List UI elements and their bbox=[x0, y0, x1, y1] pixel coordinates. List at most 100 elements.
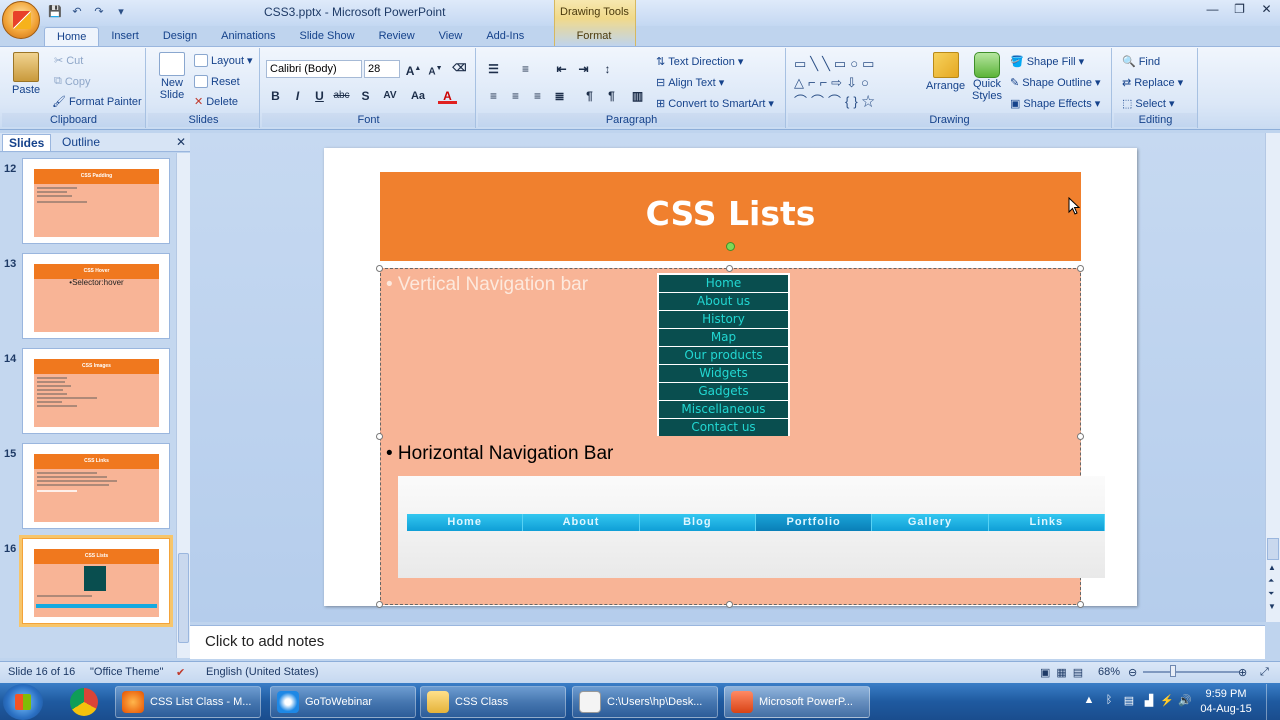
shapes-gallery[interactable]: ▭╲╲▭○▭ △⌐⌐⇨⇩○ ⌒⌒⌒{}☆ bbox=[794, 54, 914, 110]
resize-handle[interactable] bbox=[1077, 601, 1084, 608]
tab-outline[interactable]: Outline bbox=[56, 134, 106, 151]
zoom-slider-thumb[interactable] bbox=[1170, 665, 1176, 677]
justify-icon[interactable]: ≣ bbox=[550, 87, 569, 105]
tab-animations[interactable]: Animations bbox=[209, 27, 287, 47]
notes-pane[interactable] bbox=[190, 625, 1265, 659]
office-button[interactable] bbox=[2, 1, 40, 39]
scroll-up-icon[interactable]: ▲ bbox=[1268, 563, 1276, 572]
delete-button[interactable]: ✕ Delete bbox=[194, 95, 238, 109]
taskbar-item[interactable]: CSS List Class - M... bbox=[115, 686, 261, 718]
change-case-button[interactable]: Aa bbox=[406, 87, 430, 105]
minimize-button[interactable]: — bbox=[1199, 0, 1226, 20]
replace-button[interactable]: ⇄ Replace ▾ bbox=[1122, 76, 1183, 90]
columns-icon[interactable]: ▥ bbox=[628, 87, 647, 105]
next-slide-icon[interactable]: ⏷ bbox=[1268, 589, 1274, 599]
start-button[interactable] bbox=[3, 684, 43, 720]
rotation-handle[interactable] bbox=[726, 242, 735, 251]
taskbar-item[interactable]: GoToWebinar bbox=[270, 686, 416, 718]
taskbar-item[interactable]: CSS Class bbox=[420, 686, 566, 718]
save-icon[interactable]: 💾 bbox=[46, 4, 64, 20]
network-icon[interactable]: ▤ bbox=[1122, 694, 1136, 708]
slide-thumbnail[interactable]: CSS Hover •Selector:hover bbox=[22, 253, 170, 339]
close-button[interactable]: ✕ bbox=[1253, 0, 1280, 20]
clear-formatting-icon[interactable]: ⌫ bbox=[450, 60, 469, 78]
taskbar-item[interactable]: C:\Users\hp\Desk... bbox=[572, 686, 718, 718]
shape-effects-button[interactable]: ▣ Shape Effects ▾ bbox=[1010, 97, 1100, 111]
rtl-icon[interactable]: ¶ bbox=[602, 87, 621, 105]
slide-thumbnail[interactable]: CSS Links bbox=[22, 443, 170, 529]
decrease-indent-icon[interactable]: ⇤ bbox=[552, 60, 571, 78]
resize-handle[interactable] bbox=[1077, 433, 1084, 440]
tab-slide-show[interactable]: Slide Show bbox=[288, 27, 367, 47]
slide-thumbnail[interactable]: CSS Padding bbox=[22, 158, 170, 244]
grow-font-icon[interactable]: A▲ bbox=[404, 60, 423, 78]
arrange-button[interactable]: Arrange bbox=[926, 52, 965, 92]
new-slide-button[interactable]: New Slide bbox=[154, 52, 190, 101]
previous-slide-icon[interactable]: ⏶ bbox=[1268, 576, 1274, 586]
shape-fill-button[interactable]: 🪣 Shape Fill ▾ bbox=[1010, 55, 1084, 69]
copy-button[interactable]: ⧉ Copy bbox=[54, 75, 91, 88]
editor-scrollbar[interactable]: ▲ ⏶ ⏷ ▼ bbox=[1265, 133, 1280, 622]
italic-button[interactable]: I bbox=[288, 87, 307, 105]
slide-thumbnail[interactable]: CSS Images bbox=[22, 348, 170, 434]
shrink-font-icon[interactable]: A▼ bbox=[426, 60, 445, 78]
tab-slides[interactable]: Slides bbox=[2, 134, 52, 151]
volume-icon[interactable]: 🔊 bbox=[1178, 694, 1192, 708]
align-text-button[interactable]: ⊟ Align Text ▾ bbox=[656, 76, 724, 90]
tab-view[interactable]: View bbox=[427, 27, 475, 47]
tab-review[interactable]: Review bbox=[367, 27, 427, 47]
bullets-icon[interactable]: ☰ bbox=[484, 60, 503, 78]
font-size-combo[interactable]: 28 bbox=[364, 60, 400, 78]
tab-design[interactable]: Design bbox=[151, 27, 209, 47]
resize-handle[interactable] bbox=[726, 601, 733, 608]
shadow-button[interactable]: S bbox=[356, 87, 375, 105]
increase-indent-icon[interactable]: ⇥ bbox=[574, 60, 593, 78]
underline-button[interactable]: U bbox=[310, 87, 329, 105]
resize-handle[interactable] bbox=[376, 433, 383, 440]
editor-scroll-thumb[interactable] bbox=[1267, 538, 1279, 560]
redo-icon[interactable]: ↷ bbox=[90, 4, 108, 20]
resize-handle[interactable] bbox=[376, 265, 383, 272]
numbering-icon[interactable]: ≡ bbox=[516, 60, 535, 78]
align-center-icon[interactable]: ≡ bbox=[506, 87, 525, 105]
slide-thumbnail-selected[interactable]: CSS Lists bbox=[19, 535, 173, 627]
format-painter-button[interactable]: 🖌 Format Painter bbox=[52, 95, 142, 109]
ltr-icon[interactable]: ¶ bbox=[580, 87, 599, 105]
fit-to-window-icon[interactable]: ⤢ bbox=[1260, 666, 1269, 679]
resize-handle[interactable] bbox=[726, 265, 733, 272]
taskbar-item-active[interactable]: Microsoft PowerP... bbox=[724, 686, 870, 718]
pane-scrollbar[interactable] bbox=[176, 153, 190, 658]
power-icon[interactable]: ⚡ bbox=[1160, 694, 1174, 708]
close-pane-icon[interactable]: ✕ bbox=[176, 135, 186, 149]
spellcheck-icon[interactable]: ✔ bbox=[176, 666, 185, 679]
chrome-icon[interactable] bbox=[70, 688, 98, 716]
paste-button[interactable]: Paste bbox=[12, 52, 40, 96]
resize-handle[interactable] bbox=[376, 601, 383, 608]
tab-insert[interactable]: Insert bbox=[99, 27, 151, 47]
shape-outline-button[interactable]: ✎ Shape Outline ▾ bbox=[1010, 76, 1100, 90]
undo-icon[interactable]: ↶ bbox=[68, 4, 86, 20]
show-hidden-icons-icon[interactable]: ▲ bbox=[1082, 694, 1096, 708]
zoom-out-icon[interactable]: ⊖ bbox=[1128, 666, 1137, 679]
zoom-slider[interactable] bbox=[1143, 671, 1239, 673]
character-spacing-button[interactable]: AV bbox=[378, 87, 402, 105]
select-button[interactable]: ⬚ Select ▾ bbox=[1122, 97, 1175, 111]
font-family-combo[interactable]: Calibri (Body) bbox=[266, 60, 362, 78]
show-desktop-button[interactable] bbox=[1266, 684, 1280, 720]
strikethrough-button[interactable]: abc bbox=[332, 87, 351, 105]
language-indicator[interactable]: English (United States) bbox=[206, 666, 319, 678]
align-left-icon[interactable]: ≡ bbox=[484, 87, 503, 105]
signal-icon[interactable]: ▟ bbox=[1142, 694, 1156, 708]
view-buttons[interactable]: ▣▦▤ bbox=[1040, 666, 1089, 679]
tab-format[interactable]: Format bbox=[566, 27, 622, 47]
font-color-button[interactable]: A bbox=[438, 87, 457, 104]
bold-button[interactable]: B bbox=[266, 87, 285, 105]
vertical-nav-image[interactable]: Home About us History Map Our products W… bbox=[657, 273, 790, 436]
reset-button[interactable]: Reset bbox=[194, 75, 240, 88]
find-button[interactable]: 🔍 Find bbox=[1122, 55, 1160, 69]
maximize-button[interactable]: ❐ bbox=[1226, 0, 1253, 20]
zoom-in-icon[interactable]: ⊕ bbox=[1238, 666, 1247, 679]
tab-home[interactable]: Home bbox=[44, 27, 100, 47]
resize-handle[interactable] bbox=[1077, 265, 1084, 272]
cut-button[interactable]: ✂ Cut bbox=[54, 54, 83, 68]
